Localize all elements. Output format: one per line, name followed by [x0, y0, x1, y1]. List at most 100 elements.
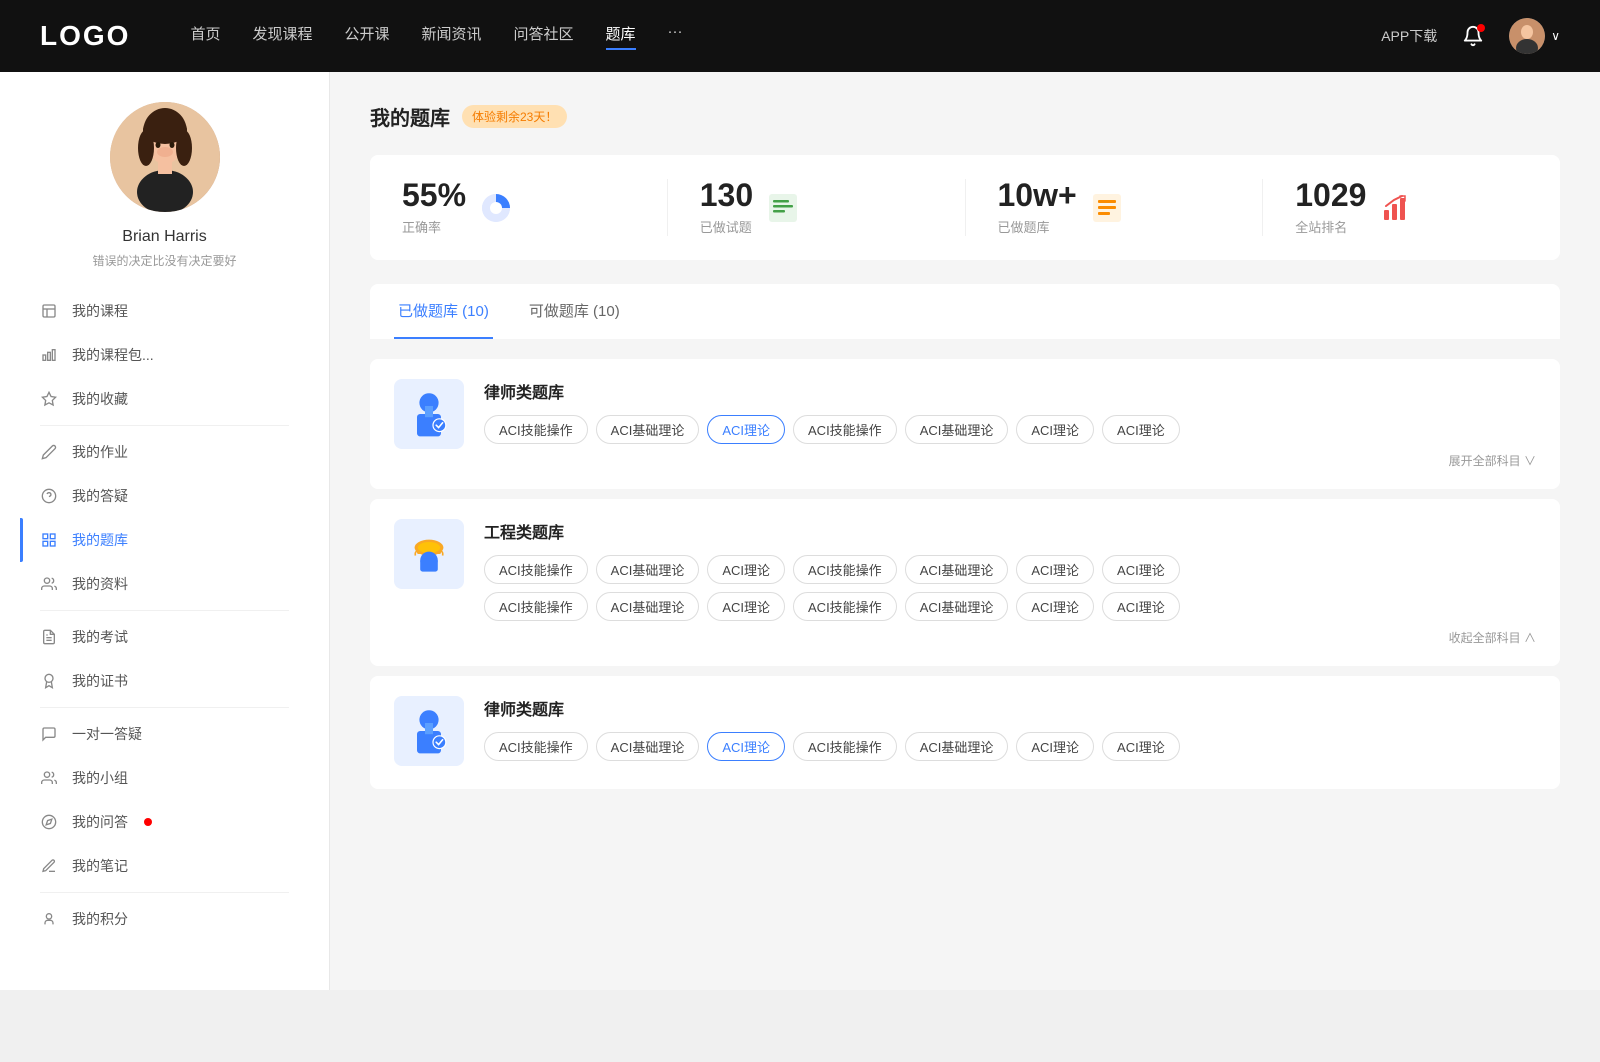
edit-icon [40, 443, 58, 461]
sidebar-item-courses[interactable]: 我的课程 [20, 289, 309, 333]
tag-1-2[interactable]: ACI理论 [707, 555, 785, 584]
tab-done[interactable]: 已做题库 (10) [394, 284, 493, 339]
tag-0-5[interactable]: ACI理论 [1016, 415, 1094, 444]
bank-name-2: 律师类题库 [484, 696, 1536, 720]
tag-0-4[interactable]: ACI基础理论 [905, 415, 1009, 444]
bank-section-1: 工程类题库 ACI技能操作 ACI基础理论 ACI理论 ACI技能操作 ACI基… [370, 499, 1560, 666]
bank-info-2: 律师类题库 ACI技能操作 ACI基础理论 ACI理论 ACI技能操作 ACI基… [484, 696, 1536, 769]
person-icon [40, 910, 58, 928]
tag-1b-6[interactable]: ACI理论 [1102, 592, 1180, 621]
sidebar-label-points: 我的积分 [72, 909, 128, 929]
tag-1-0[interactable]: ACI技能操作 [484, 555, 588, 584]
stats-card: 55% 正确率 130 已做试题 [370, 155, 1560, 260]
banks-container: 律师类题库 ACI技能操作 ACI基础理论 ACI理论 ACI技能操作 ACI基… [370, 359, 1560, 797]
tag-1b-5[interactable]: ACI理论 [1016, 592, 1094, 621]
award-icon [40, 672, 58, 690]
nav-more[interactable]: ··· [668, 23, 683, 50]
sidebar-label-exams: 我的考试 [72, 627, 128, 647]
tag-1-4[interactable]: ACI基础理论 [905, 555, 1009, 584]
sidebar-label-notes: 我的笔记 [72, 856, 128, 876]
sidebar-item-1on1[interactable]: 一对一答疑 [20, 712, 309, 756]
tag-1b-0[interactable]: ACI技能操作 [484, 592, 588, 621]
sidebar-item-quizbank[interactable]: 我的题库 [20, 518, 309, 562]
sidebar-item-homework[interactable]: 我的作业 [20, 430, 309, 474]
stat-rank: 1029 全站排名 [1263, 179, 1560, 236]
tag-2-0[interactable]: ACI技能操作 [484, 732, 588, 761]
stat-done-value: 130 [700, 179, 753, 211]
tag-2-3[interactable]: ACI技能操作 [793, 732, 897, 761]
user-avatar [110, 102, 220, 212]
tag-1b-4[interactable]: ACI基础理论 [905, 592, 1009, 621]
tag-2-2[interactable]: ACI理论 [707, 732, 785, 761]
sidebar: Brian Harris 错误的决定比没有决定要好 我的课程 我的课程包... [0, 72, 330, 990]
message-icon [40, 725, 58, 743]
nav-home[interactable]: 首页 [190, 23, 220, 50]
tag-0-2[interactable]: ACI理论 [707, 415, 785, 444]
sidebar-item-group[interactable]: 我的小组 [20, 756, 309, 800]
divider2 [40, 610, 289, 611]
tag-0-0[interactable]: ACI技能操作 [484, 415, 588, 444]
notification-button[interactable] [1457, 20, 1489, 52]
top-nav: LOGO 首页 发现课程 公开课 新闻资讯 问答社区 题库 ··· APP下载 [0, 0, 1600, 72]
sidebar-label-courses: 我的课程 [72, 301, 128, 321]
tag-1-1[interactable]: ACI基础理论 [596, 555, 700, 584]
bank-icon-lawyer-0 [394, 379, 464, 449]
sidebar-menu: 我的课程 我的课程包... 我的收藏 [0, 289, 329, 941]
tags-row-1b: ACI技能操作 ACI基础理论 ACI理论 ACI技能操作 ACI基础理论 AC… [484, 592, 1536, 621]
expand-link-0[interactable]: 展开全部科目 ∨ [484, 452, 1536, 469]
tabs: 已做题库 (10) 可做题库 (10) [370, 284, 1560, 339]
tag-0-6[interactable]: ACI理论 [1102, 415, 1180, 444]
tags-row-2: ACI技能操作 ACI基础理论 ACI理论 ACI技能操作 ACI基础理论 AC… [484, 732, 1536, 761]
file-icon [40, 302, 58, 320]
nav-discover[interactable]: 发现课程 [252, 23, 312, 50]
filetext-icon [40, 628, 58, 646]
sidebar-item-notes[interactable]: 我的笔记 [20, 844, 309, 888]
sidebar-item-profile[interactable]: 我的资料 [20, 562, 309, 606]
tag-2-4[interactable]: ACI基础理论 [905, 732, 1009, 761]
star-icon [40, 390, 58, 408]
tag-0-3[interactable]: ACI技能操作 [793, 415, 897, 444]
nav-news[interactable]: 新闻资讯 [422, 23, 482, 50]
sidebar-item-points[interactable]: 我的积分 [20, 897, 309, 941]
divider4 [40, 892, 289, 893]
nav-links: 首页 发现课程 公开课 新闻资讯 问答社区 题库 ··· [190, 23, 1341, 50]
sidebar-item-exams[interactable]: 我的考试 [20, 615, 309, 659]
tag-2-6[interactable]: ACI理论 [1102, 732, 1180, 761]
tag-2-1[interactable]: ACI基础理论 [596, 732, 700, 761]
expand-link-1[interactable]: 收起全部科目 ∧ [484, 629, 1536, 646]
sidebar-label-favorites: 我的收藏 [72, 389, 128, 409]
nav-quiz[interactable]: 题库 [606, 23, 636, 50]
tag-1b-2[interactable]: ACI理论 [707, 592, 785, 621]
sidebar-label-profile: 我的资料 [72, 574, 128, 594]
users-icon [40, 575, 58, 593]
sidebar-item-favorites[interactable]: 我的收藏 [20, 377, 309, 421]
sidebar-label-certs: 我的证书 [72, 671, 128, 691]
user-avatar-nav[interactable]: ∨ [1509, 18, 1560, 54]
bank-section-0: 律师类题库 ACI技能操作 ACI基础理论 ACI理论 ACI技能操作 ACI基… [370, 359, 1560, 489]
tag-1b-1[interactable]: ACI基础理论 [596, 592, 700, 621]
stat-banks-label: 已做题库 [998, 217, 1077, 236]
sidebar-item-myqa[interactable]: 我的问答 [20, 800, 309, 844]
sidebar-item-certs[interactable]: 我的证书 [20, 659, 309, 703]
tag-0-1[interactable]: ACI基础理论 [596, 415, 700, 444]
logo: LOGO [40, 20, 130, 52]
barchart-icon [40, 346, 58, 364]
tag-1-5[interactable]: ACI理论 [1016, 555, 1094, 584]
sidebar-item-qa[interactable]: 我的答疑 [20, 474, 309, 518]
stat-accuracy-label: 正确率 [402, 217, 466, 236]
sidebar-label-homework: 我的作业 [72, 442, 128, 462]
tag-1-3[interactable]: ACI技能操作 [793, 555, 897, 584]
tags-row-0: ACI技能操作 ACI基础理论 ACI理论 ACI技能操作 ACI基础理论 AC… [484, 415, 1536, 444]
user-motto: 错误的决定比没有决定要好 [92, 252, 236, 269]
tag-2-5[interactable]: ACI理论 [1016, 732, 1094, 761]
tab-available[interactable]: 可做题库 (10) [525, 284, 624, 339]
nav-right: APP下载 ∨ [1381, 18, 1560, 54]
tag-1b-3[interactable]: ACI技能操作 [793, 592, 897, 621]
tag-1-6[interactable]: ACI理论 [1102, 555, 1180, 584]
app-download-button[interactable]: APP下载 [1381, 26, 1437, 46]
sidebar-item-packages[interactable]: 我的课程包... [20, 333, 309, 377]
nav-qa[interactable]: 问答社区 [514, 23, 574, 50]
compass-icon [40, 813, 58, 831]
nav-open-course[interactable]: 公开课 [344, 23, 389, 50]
divider1 [40, 425, 289, 426]
